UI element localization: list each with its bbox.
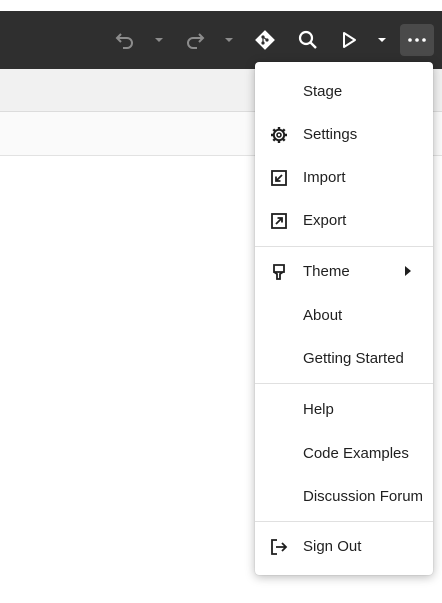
more-icon [408,38,426,42]
sign-out-icon [269,537,289,557]
menu-item-label: Import [303,169,346,186]
menu-divider [255,521,433,522]
submenu-arrow-icon [405,266,411,276]
menu-item-label: Code Examples [303,445,409,462]
menu-item-label: Help [303,401,334,418]
more-options-menu: Stage Settings Import Export Theme About… [255,62,433,575]
menu-divider [255,246,433,247]
window-top-strip [0,0,442,11]
more-button[interactable] [400,24,434,56]
menu-item-label: About [303,307,343,324]
chevron-down-icon [378,38,386,42]
search-button[interactable] [295,11,321,69]
redo-button[interactable] [182,11,208,69]
menu-item-discussion-forum[interactable]: Discussion Forum [255,475,433,518]
menu-item-label: Export [303,212,347,229]
menu-item-import[interactable]: Import [255,156,433,199]
menu-item-label: Stage [303,83,343,100]
import-icon [269,168,289,188]
menu-item-stage[interactable]: Stage [255,70,433,113]
chevron-down-icon [155,38,163,42]
menu-item-about[interactable]: About [255,294,433,337]
menu-item-label: Settings [303,126,358,143]
menu-item-label: Sign Out [303,538,362,555]
menu-item-settings[interactable]: Settings [255,113,433,156]
undo-button[interactable] [112,11,138,69]
export-icon [269,211,289,231]
search-icon [298,30,317,49]
chevron-down-icon [225,38,233,42]
menu-item-sign-out[interactable]: Sign Out [255,525,433,568]
gear-icon [269,125,289,145]
menu-item-label: Getting Started [303,350,404,367]
menu-item-getting-started[interactable]: Getting Started [255,337,433,380]
toolbar [0,11,442,69]
git-icon [255,30,275,50]
run-button[interactable] [336,11,362,69]
menu-divider [255,383,433,384]
redo-menu-button[interactable] [222,11,236,69]
menu-item-help[interactable]: Help [255,388,433,431]
menu-item-export[interactable]: Export [255,199,433,242]
undo-menu-button[interactable] [152,11,166,69]
menu-item-label: Discussion Forum [303,488,424,505]
redo-icon [187,33,205,49]
brush-icon [269,262,289,282]
git-button[interactable] [252,11,278,69]
menu-item-label: Theme [303,263,350,280]
menu-item-theme[interactable]: Theme [255,250,433,293]
menu-item-code-examples[interactable]: Code Examples [255,432,433,475]
undo-icon [115,33,133,49]
run-menu-button[interactable] [375,11,389,69]
run-icon [343,32,356,48]
